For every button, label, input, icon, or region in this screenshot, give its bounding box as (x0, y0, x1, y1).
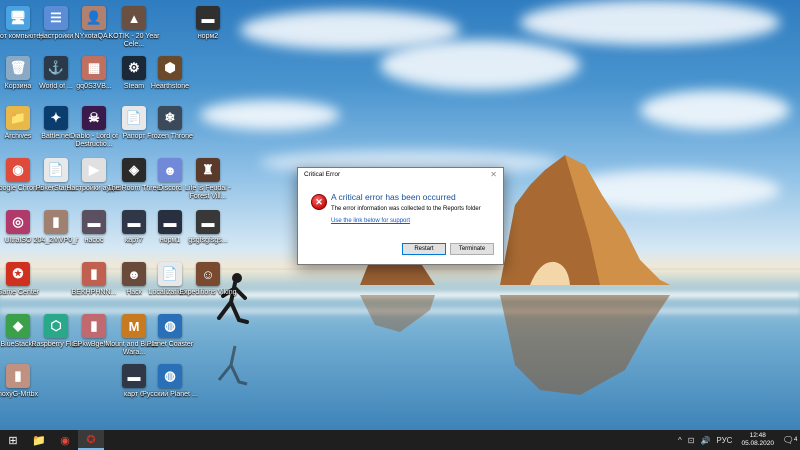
desktop-icon[interactable]: ▬ gsgfsgfsgs... (178, 208, 238, 260)
desktop-icon-image: ✪ (6, 262, 30, 286)
desktop-icon-image: ◍ (158, 314, 182, 338)
desktop-icon-image: ▬ (196, 210, 220, 234)
desktop-icon-image: ▦ (82, 56, 106, 80)
desktop-icon[interactable]: ▲ KOTIK - 20 Year Cele... (104, 4, 164, 56)
tray-overflow-icon[interactable]: ^ (678, 436, 682, 445)
desktop-icon[interactable]: ♜ Life is Feudal - Forest Vill... (178, 156, 238, 208)
file-explorer-icon: 📁 (32, 434, 46, 447)
restart-button[interactable]: Restart (402, 243, 446, 255)
taskbar-chrome-button[interactable]: ◉ (52, 430, 78, 450)
clock-time: 12:48 (749, 432, 766, 439)
taskbar-start-button[interactable]: ⊞ (0, 430, 26, 450)
cloud (520, 0, 780, 45)
network-icon[interactable]: ⊡ (688, 436, 695, 445)
clock-date: 05.08.2020 (741, 440, 774, 447)
desktop-icon-label: KOTIK - 20 Year Cele... (108, 33, 160, 48)
dialog-title: Critical Error (304, 171, 341, 178)
notification-center-button[interactable]: 🗨 4 (780, 430, 800, 450)
desktop-icon-image: ▮ (82, 262, 106, 286)
desktop-icon-image: ▶ (82, 158, 106, 182)
desktop-icon-image: ⬢ (158, 56, 182, 80)
volume-icon[interactable]: 🔊 (700, 436, 710, 445)
taskbar: ⊞ 📁 ◉ ✪ ^ ⊡ 🔊 РУС 12:48 05.08.2020 🗨 4 (0, 430, 800, 450)
cloud (200, 100, 340, 130)
desktop-icon[interactable]: ❄ Frozen Throne (140, 104, 200, 156)
desktop-icon-image: ▬ (196, 6, 220, 30)
desktop-icon-label: Hearthstone (150, 83, 190, 90)
error-icon: ✕ (311, 194, 327, 210)
language-indicator[interactable]: РУС (716, 436, 732, 445)
desktop-icon[interactable]: ▮ noxyG-Mrtbx (0, 362, 48, 414)
clock[interactable]: 12:48 05.08.2020 (741, 432, 774, 448)
desktop-icon-image: ☺ (196, 262, 220, 286)
cloud (640, 90, 790, 130)
desktop-icon-image: ▬ (82, 210, 106, 234)
desktop-icon[interactable]: ◍ Русский Planet ... (140, 362, 200, 414)
desktop-icon-label: Frozen Throne (147, 133, 193, 140)
desktop-icon-label: noxyG-Mrtbx (0, 391, 39, 398)
desktop-icon-image: ☠ (82, 106, 106, 130)
cloud (380, 40, 580, 90)
desktop-icon[interactable]: ☺ Expeditions Viking (178, 260, 238, 312)
taskbar-file-explorer-button[interactable]: 📁 (26, 430, 52, 450)
desktop-icon-image: ◍ (158, 364, 182, 388)
game-app-icon: ✪ (86, 433, 96, 446)
desktop-icon-image: ▮ (82, 314, 106, 338)
chrome-icon: ◉ (60, 434, 70, 447)
error-heading: A critical error has been occurred (331, 192, 456, 202)
notification-count: 4 (794, 437, 798, 443)
desktop-icon-image: 👤 (82, 6, 106, 30)
desktop-icon-label: Game Center (0, 289, 40, 296)
support-link[interactable]: Use the link below for support (331, 218, 410, 224)
start-icon: ⊞ (8, 434, 18, 447)
desktop-icon-label: Planet Coaster (146, 341, 194, 348)
terminate-button[interactable]: Terminate (450, 243, 494, 255)
error-info-text: The error information was collected to t… (331, 206, 481, 212)
critical-error-dialog: Critical Error ✕ ✕ A critical error has … (297, 167, 504, 265)
desktop-icon-image: ▮ (6, 364, 30, 388)
desktop-icon-image: ❄ (158, 106, 182, 130)
dialog-titlebar[interactable]: Critical Error ✕ (298, 168, 503, 181)
desktop-icon-label: норм2 (197, 33, 219, 40)
close-icon[interactable]: ✕ (490, 170, 497, 179)
notification-icon: 🗨 (782, 434, 795, 445)
desktop-icon[interactable]: ⬢ Hearthstone (140, 54, 200, 106)
taskbar-apps: ⊞ 📁 ◉ ✪ (0, 430, 104, 450)
desktop-icon-label: Русский Planet ... (142, 391, 198, 398)
desktop-icon[interactable]: ✪ Game Center (0, 260, 48, 312)
desktop-icon[interactable]: ◍ Planet Coaster (140, 312, 200, 364)
taskbar-game-app-button[interactable]: ✪ (78, 430, 104, 450)
desktop-icon-label: gsgfsgfsgs... (188, 237, 228, 244)
desktop-icon-label: Expeditions Viking (179, 289, 237, 296)
desktop-icon-image: ▲ (122, 6, 146, 30)
desktop-icon-label: Life is Feudal - Forest Vill... (185, 185, 231, 200)
desktop-icon-image: ♜ (196, 158, 220, 182)
system-tray: ^ ⊡ 🔊 РУС 12:48 05.08.2020 🗨 4 (675, 430, 800, 450)
desktop-icon[interactable]: ▬ норм2 (178, 4, 238, 56)
